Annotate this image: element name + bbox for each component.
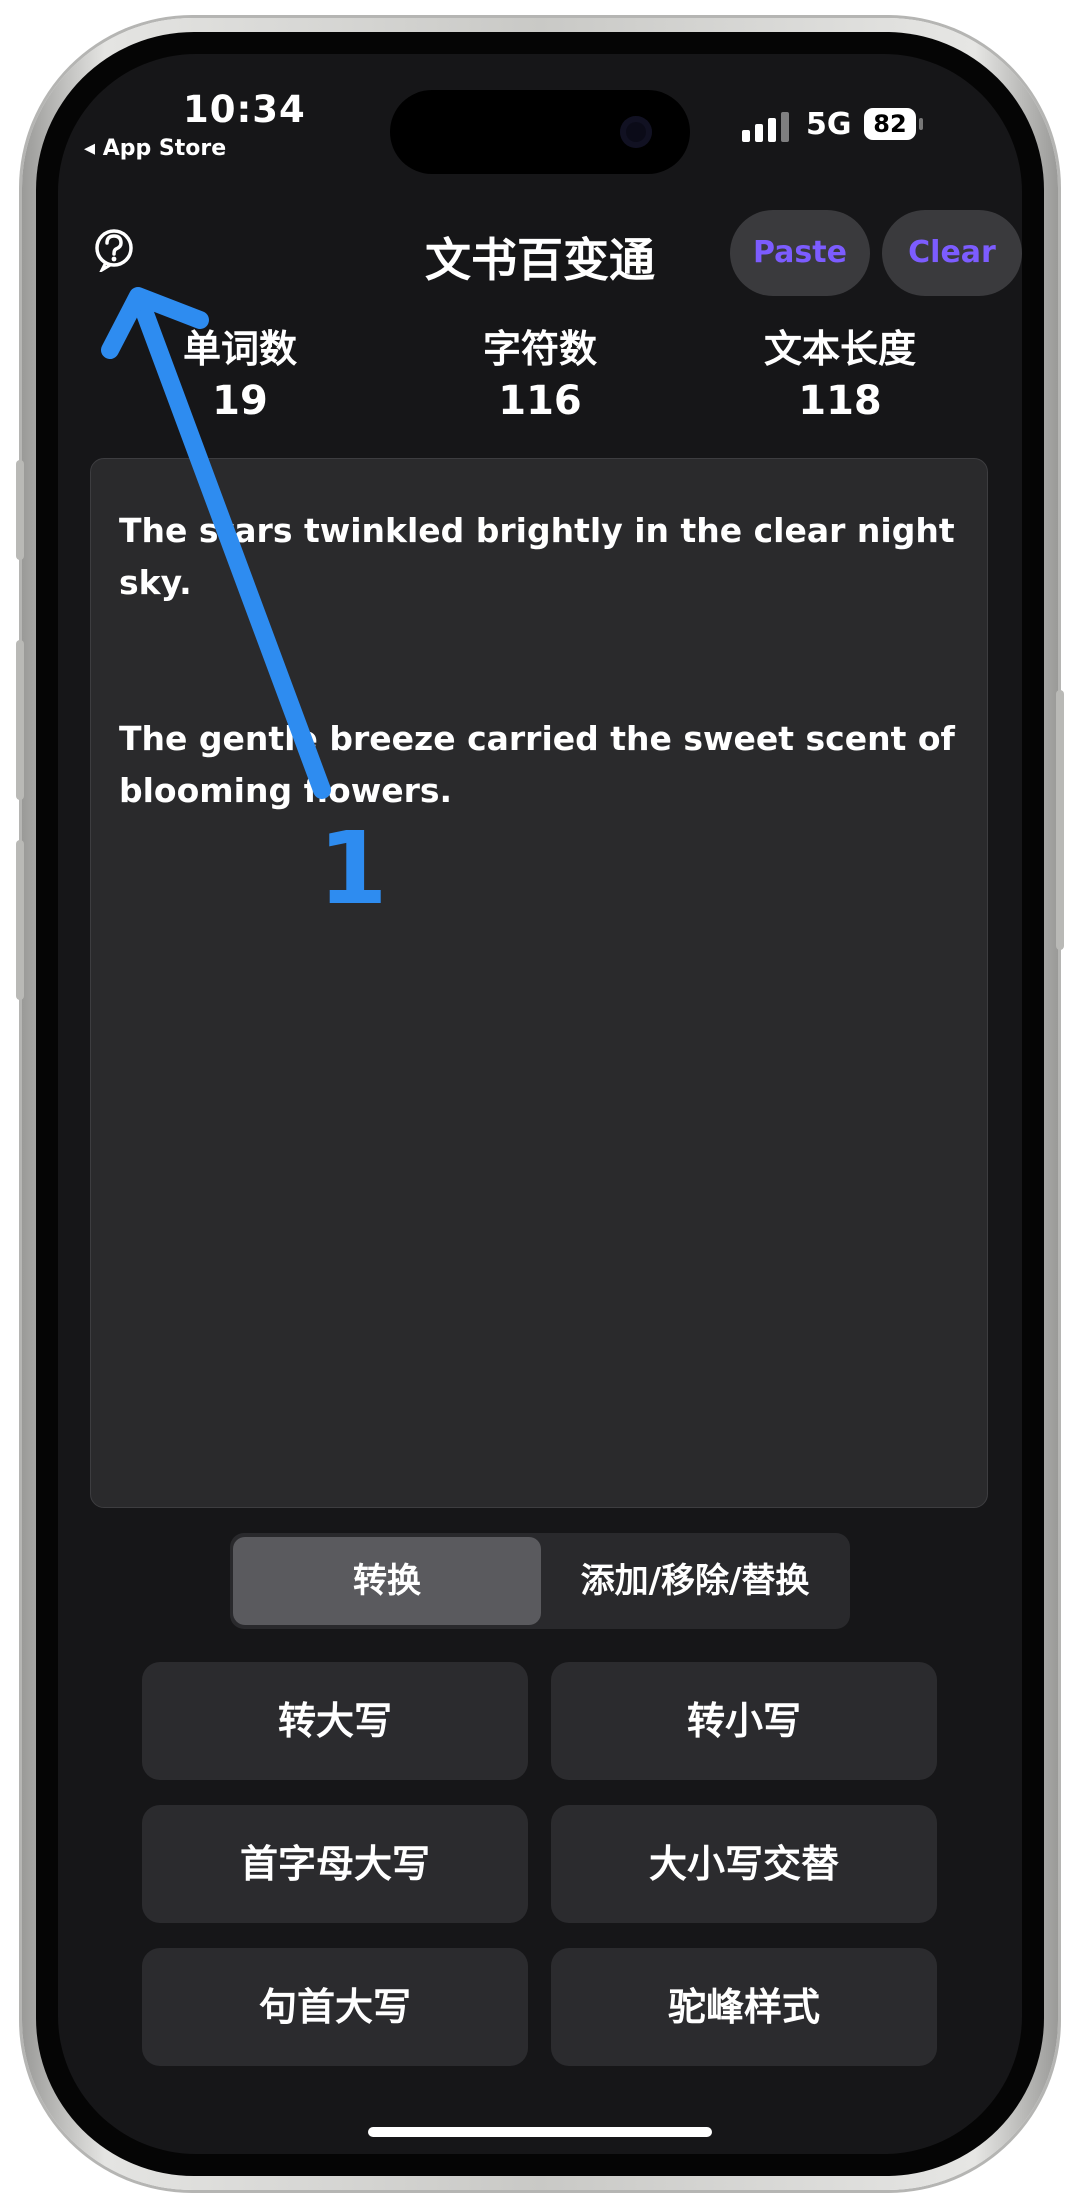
page-title: 文书百变通 bbox=[425, 233, 655, 287]
word-count-label: 单词数 bbox=[182, 327, 297, 371]
tab-convert[interactable]: 转换 bbox=[233, 1537, 541, 1625]
power-button bbox=[1056, 690, 1064, 950]
front-camera bbox=[620, 116, 652, 148]
question-circle-icon[interactable] bbox=[92, 228, 136, 272]
uppercase-button[interactable]: 转大写 bbox=[142, 1662, 528, 1780]
volume-up-button bbox=[16, 640, 24, 800]
editor-paragraph: The gentle breeze carried the sweet scen… bbox=[119, 719, 955, 810]
camel-case-button[interactable]: 驼峰样式 bbox=[551, 1948, 937, 2066]
alternate-case-button[interactable]: 大小写交替 bbox=[551, 1805, 937, 1923]
network-type: 5G bbox=[806, 107, 852, 142]
home-indicator bbox=[368, 2127, 712, 2137]
cellular-signal-icon bbox=[742, 112, 792, 142]
text-editor[interactable]: The stars twinkled brightly in the clear… bbox=[90, 458, 988, 1508]
tab-add-remove-replace[interactable]: 添加/移除/替换 bbox=[545, 1537, 845, 1625]
action-button bbox=[16, 460, 24, 560]
text-length-value: 118 bbox=[798, 378, 882, 424]
capitalize-words-button[interactable]: 首字母大写 bbox=[142, 1805, 528, 1923]
clear-button[interactable]: Clear bbox=[882, 210, 1022, 296]
back-to-app-store-link[interactable]: ◂ App Store bbox=[84, 136, 226, 161]
editor-paragraph: The stars twinkled brightly in the clear… bbox=[119, 511, 955, 602]
annotation-step-number: 1 bbox=[318, 810, 388, 927]
char-count-value: 116 bbox=[498, 378, 582, 424]
text-length-label: 文本长度 bbox=[763, 327, 916, 371]
volume-down-button bbox=[16, 840, 24, 1000]
battery-icon: 82 bbox=[864, 108, 916, 140]
battery-tip bbox=[919, 118, 923, 130]
lowercase-button[interactable]: 转小写 bbox=[551, 1662, 937, 1780]
char-count-label: 字符数 bbox=[482, 327, 597, 371]
paste-button[interactable]: Paste bbox=[730, 210, 870, 296]
status-time: 10:34 bbox=[183, 88, 306, 131]
word-count-value: 19 bbox=[212, 378, 268, 424]
sentence-case-button[interactable]: 句首大写 bbox=[142, 1948, 528, 2066]
